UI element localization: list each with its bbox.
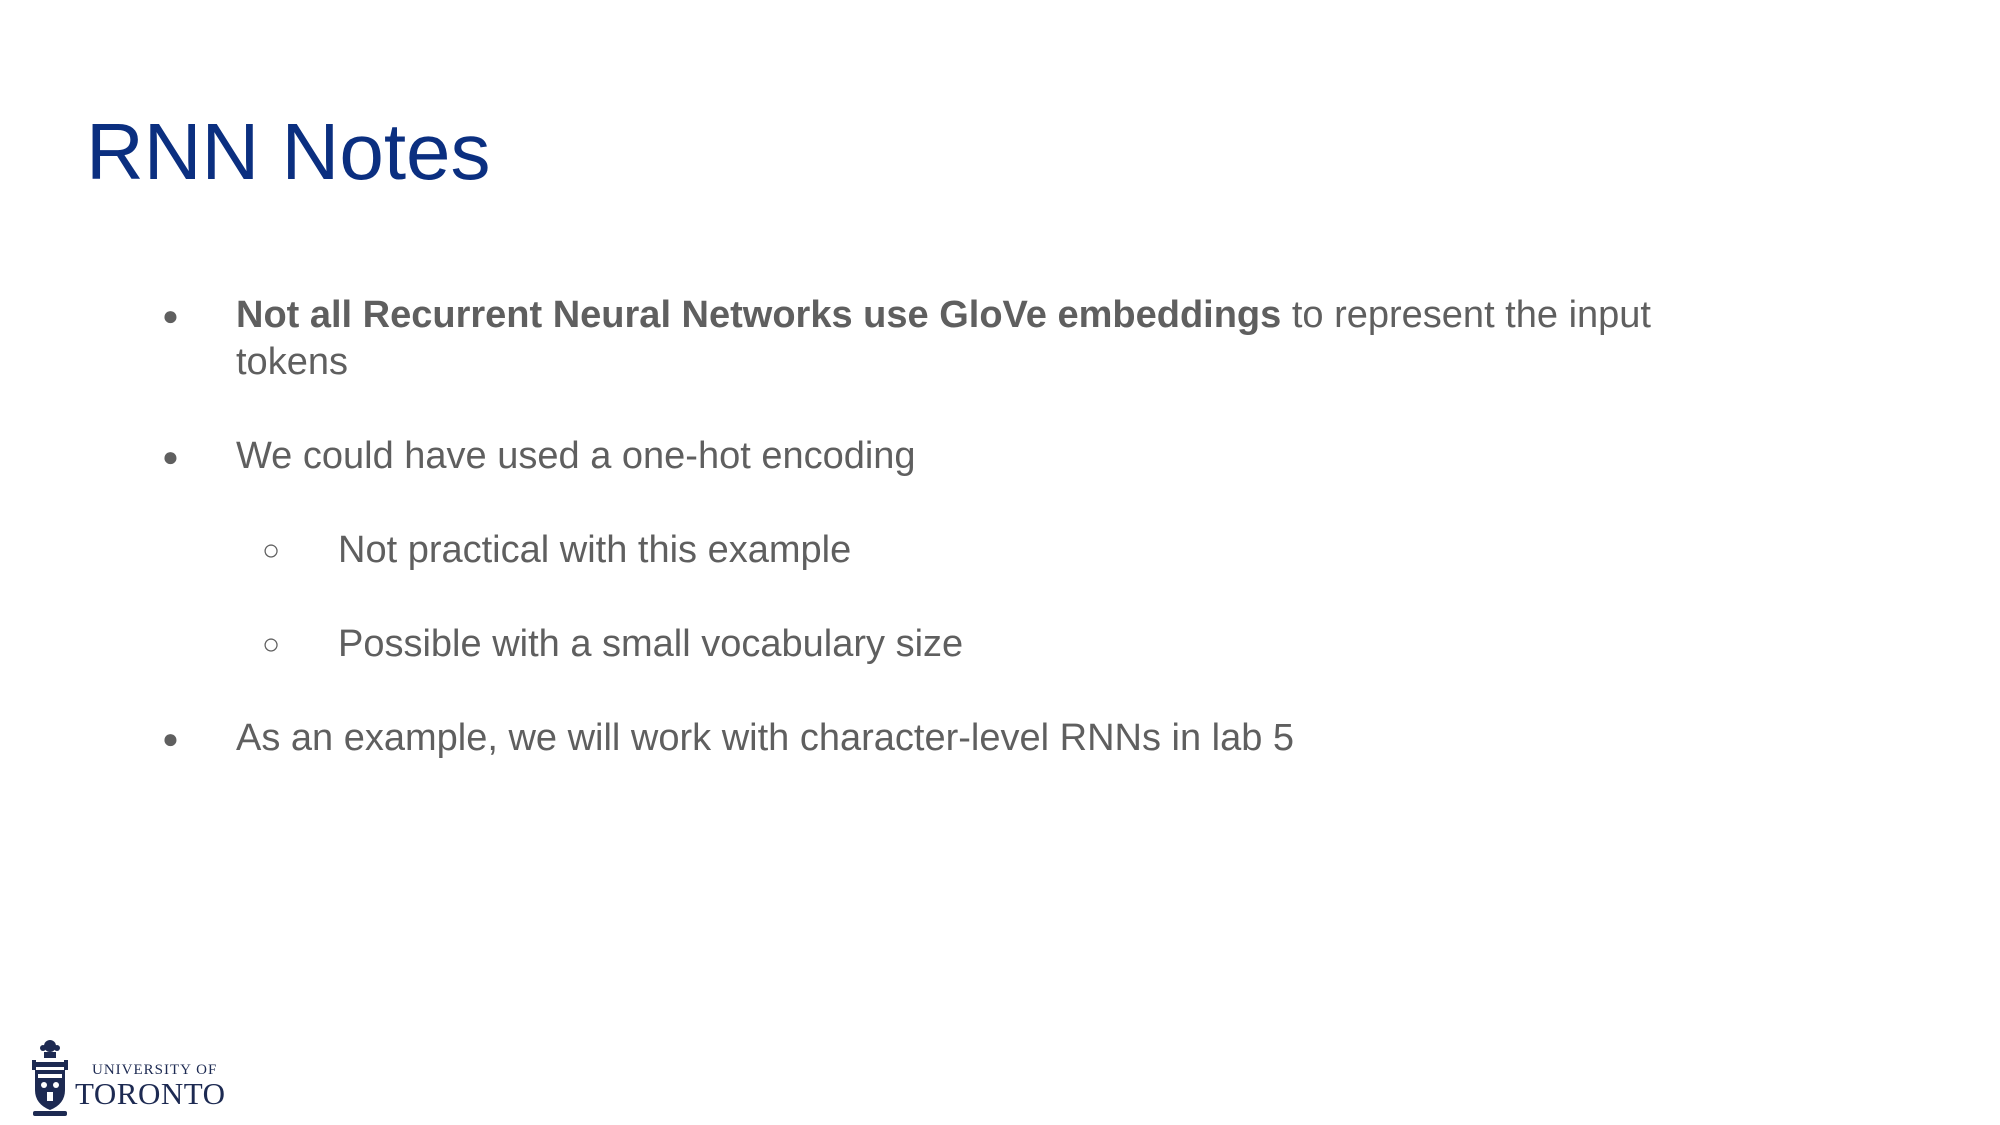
bullet-bold-text: Not all Recurrent Neural Networks use Gl… (236, 294, 1282, 336)
bullet-item: ● We could have used a one-hot encoding (162, 433, 1722, 480)
bullet-item: ● As an example, we will work with chara… (162, 715, 1722, 762)
sub-bullet-text: Possible with a small vocabulary size (338, 623, 964, 665)
bullet-marker-icon: ● (162, 723, 179, 754)
bullet-text: Not all Recurrent Neural Networks use Gl… (236, 292, 1722, 386)
logo-toronto-text: TORONTO (75, 1076, 226, 1111)
sub-bullet-text: Not practical with this example (338, 529, 852, 571)
university-crest-icon (32, 1040, 68, 1116)
university-logo: UNIVERSITY OF TORONTO (30, 1038, 245, 1116)
bullet-marker-icon: ● (162, 300, 179, 331)
sub-bullet-item: ○ Not practical with this example (262, 527, 1662, 574)
bullet-item: ● Not all Recurrent Neural Networks use … (162, 292, 1722, 386)
sub-bullet-item: ○ Possible with a small vocabulary size (262, 621, 1662, 668)
bullet-marker-icon: ● (162, 441, 179, 472)
slide-title: RNN Notes (86, 107, 491, 196)
sub-bullet-marker-icon: ○ (262, 534, 281, 567)
sub-bullet-marker-icon: ○ (262, 628, 281, 661)
slide: RNN Notes ● Not all Recurrent Neural Net… (0, 0, 2000, 1125)
bullet-text: As an example, we will work with charact… (236, 717, 1295, 759)
bullet-text: We could have used a one-hot encoding (236, 435, 916, 477)
